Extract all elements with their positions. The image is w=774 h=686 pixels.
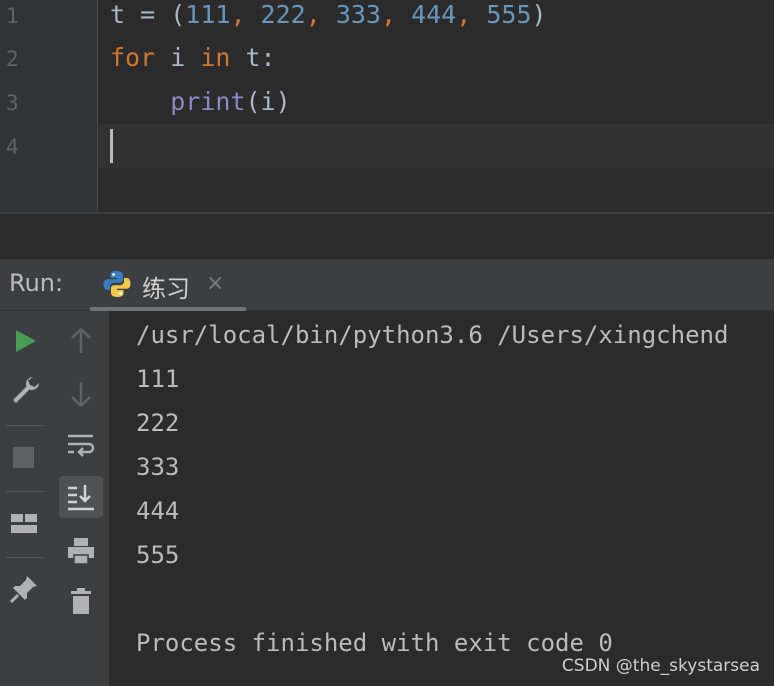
console-line: 555 [136,541,180,569]
comma: , [305,0,336,29]
panel-splitter[interactable] [0,212,774,259]
text-caret [110,129,113,163]
line-number: 2 [6,47,19,71]
layout-icon[interactable] [8,507,40,539]
print-icon[interactable] [65,535,97,567]
assign-op: = ( [125,0,186,29]
number-literal: 555 [486,0,532,29]
comma: , [230,0,261,29]
toolbar-divider [6,557,44,558]
python-icon [103,271,131,297]
watermark: CSDN @the_skystarsea [561,656,760,676]
line-number: 4 [6,135,19,159]
comma: , [456,0,487,29]
console-line: 222 [136,409,180,437]
line-number: 1 [6,4,19,28]
console-line: /usr/local/bin/python3.6 /Users/xingchen… [136,321,729,349]
variable-t: t [110,0,126,29]
run-icon[interactable] [9,325,41,357]
keyword-for: for [110,43,156,72]
close-icon[interactable]: × [206,271,224,296]
code-line-3[interactable]: print(i) [110,87,291,117]
number-literal: 444 [411,0,457,29]
run-toolbar-secondary [48,311,110,686]
tab-label: 练习 [142,275,190,303]
close-paren: ) [531,0,547,29]
down-arrow-icon[interactable] [65,378,97,410]
call-args: (i) [245,87,291,116]
run-tool-window-header: Run: 练习 × [0,259,774,311]
run-label: Run: [9,269,64,297]
console-line: 333 [136,453,180,481]
loop-variable: i [155,43,201,72]
soft-wrap-icon[interactable] [65,430,97,462]
wrench-icon[interactable] [9,374,41,406]
number-literal: 333 [335,0,381,29]
console-line: 111 [136,365,180,393]
run-toolbar-primary [0,311,48,686]
code-editor[interactable]: 1 2 3 4 t = (111, 222, 333, 444, 555) fo… [0,0,774,212]
current-line-highlight [98,124,774,168]
console-output[interactable]: /usr/local/bin/python3.6 /Users/xingchen… [110,311,774,686]
up-arrow-icon[interactable] [65,325,97,357]
code-line-2[interactable]: for i in t: [110,43,276,73]
number-literal: 222 [260,0,306,29]
trash-icon[interactable] [65,585,97,617]
number-literal: 111 [185,0,231,29]
comma: , [380,0,412,29]
stop-icon[interactable] [8,441,40,473]
toolbar-divider [6,491,44,492]
line-number: 3 [6,91,19,115]
toolbar-divider [6,425,44,426]
console-line: 444 [136,497,180,525]
tab-run-config[interactable]: 练习 × [90,259,246,311]
scroll-to-end-icon[interactable] [65,481,97,513]
pin-icon[interactable] [8,573,40,605]
keyword-in: in [200,43,231,72]
iterable: t: [230,43,276,72]
builtin-print: print [170,87,246,116]
console-line: Process finished with exit code 0 [136,629,613,657]
line-number-gutter: 1 2 3 4 [0,0,98,212]
code-line-1[interactable]: t = (111, 222, 333, 444, 555) [110,0,547,30]
